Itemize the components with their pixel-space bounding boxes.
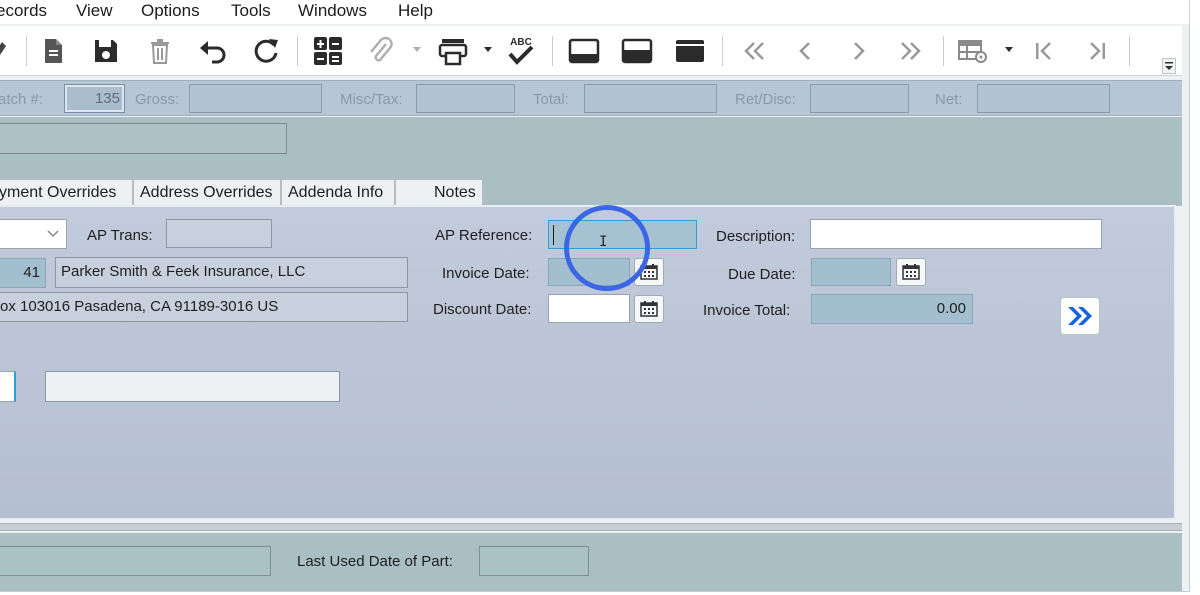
chevron-down-icon <box>47 230 59 238</box>
description-label: Description: <box>716 228 796 245</box>
calendar-icon <box>640 301 658 317</box>
gross-field <box>189 84 322 113</box>
gross-label: Gross: <box>135 91 180 108</box>
undo-icon[interactable] <box>196 34 230 68</box>
batch-totals-bar: atch #: 135 Gross: Misc/Tax: Total: Ret/… <box>0 80 1182 116</box>
last-page-icon[interactable] <box>1080 34 1114 68</box>
delete-icon[interactable] <box>143 34 177 68</box>
vendor-id-field[interactable]: 41 <box>0 258 46 288</box>
first-page-icon[interactable] <box>1027 34 1061 68</box>
net-label: Net: <box>935 91 963 108</box>
description-input[interactable] <box>810 219 1102 249</box>
misc-tax-label: Misc/Tax: <box>340 91 403 108</box>
double-chevron-right-icon <box>1068 307 1092 325</box>
due-date-input[interactable] <box>811 258 891 286</box>
menu-help[interactable]: Help <box>398 1 433 21</box>
type-select[interactable] <box>0 219 67 249</box>
due-date-calendar-button[interactable] <box>896 258 926 286</box>
toolbar: ABC <box>0 26 1182 76</box>
last-used-date-label: Last Used Date of Part: <box>297 553 453 570</box>
ret-disc-label: Ret/Disc: <box>735 91 796 108</box>
next-step-button[interactable] <box>1060 297 1100 335</box>
layout-bottom-icon[interactable] <box>567 34 601 68</box>
net-field <box>977 84 1110 113</box>
total-field <box>584 84 717 113</box>
invoice-total-label: Invoice Total: <box>703 302 791 319</box>
invoice-date-label: Invoice Date: <box>442 265 530 282</box>
text-cursor <box>553 225 554 245</box>
print-dropdown-icon[interactable] <box>483 44 493 54</box>
part-info-band: Last Used Date of Part: <box>0 533 1182 591</box>
ap-trans-field[interactable] <box>166 219 272 248</box>
print-icon[interactable] <box>436 34 470 68</box>
tab-addenda-info[interactable]: Addenda Info <box>281 179 395 206</box>
discount-date-input[interactable] <box>548 294 630 323</box>
vendor-address-field: ox 103016 Pasadena, CA 91189-3016 US <box>0 292 408 322</box>
discount-date-label: Discount Date: <box>433 301 532 318</box>
new-icon[interactable] <box>36 34 70 68</box>
part-field[interactable] <box>0 546 271 576</box>
last-record-icon[interactable] <box>894 34 928 68</box>
ap-trans-label: AP Trans: <box>87 227 153 244</box>
header-band <box>0 117 1182 179</box>
tab-payment-overrides[interactable]: yment Overrides <box>0 179 133 206</box>
attach-dropdown-icon[interactable] <box>412 44 422 54</box>
calculator-icon[interactable] <box>311 34 345 68</box>
menu-tools[interactable]: Tools <box>231 1 271 21</box>
invoice-total-field: 0.00 <box>811 294 973 324</box>
menu-view[interactable]: View <box>76 1 113 21</box>
misc-tax-field <box>416 84 515 113</box>
previous-record-icon[interactable] <box>789 34 823 68</box>
batch-label: atch #: <box>0 91 44 108</box>
toolbar-separator <box>722 36 723 66</box>
toolbar-overflow-button[interactable] <box>1162 58 1176 74</box>
chevron-down-icon <box>1165 62 1173 70</box>
application-window: ecords View Options Tools Windows Help A… <box>0 0 1190 592</box>
save-icon[interactable] <box>89 34 123 68</box>
vendor-name-field: Parker Smith & Feek Insurance, LLC <box>55 257 408 288</box>
refresh-icon[interactable] <box>249 34 283 68</box>
tab-strip: yment Overrides Address Overrides Addend… <box>0 179 1182 206</box>
ret-disc-field <box>810 84 909 113</box>
partial-tool-icon[interactable] <box>0 34 14 68</box>
calendar-icon <box>902 264 920 280</box>
menu-options[interactable]: Options <box>141 1 200 21</box>
attach-icon[interactable] <box>363 34 397 68</box>
discount-date-calendar-button[interactable] <box>634 295 664 323</box>
ap-reference-label: AP Reference: <box>435 227 533 244</box>
lookup-field[interactable] <box>0 371 16 402</box>
toolbar-separator <box>1129 36 1130 66</box>
total-label: Total: <box>533 91 569 108</box>
first-record-icon[interactable] <box>737 34 771 68</box>
spellcheck-icon[interactable]: ABC <box>504 34 538 68</box>
splitter[interactable] <box>0 523 1182 531</box>
menu-records[interactable]: ecords <box>0 1 47 21</box>
layout-split-icon[interactable] <box>620 34 654 68</box>
toolbar-separator <box>297 36 298 66</box>
layout-top-icon[interactable] <box>673 34 707 68</box>
lookup-description-field[interactable] <box>45 371 340 402</box>
svg-text:ABC: ABC <box>510 37 532 48</box>
menu-windows[interactable]: Windows <box>298 1 367 21</box>
menu-bar: ecords View Options Tools Windows Help <box>0 0 1189 24</box>
header-field[interactable] <box>0 123 287 154</box>
tab-address-overrides[interactable]: Address Overrides <box>133 179 281 206</box>
tab-notes[interactable]: Notes <box>395 179 483 206</box>
ibeam-cursor-icon: I <box>599 234 608 250</box>
toolbar-separator <box>552 36 553 66</box>
grid-settings-icon[interactable] <box>956 34 990 68</box>
batch-number-field: 135 <box>64 84 125 113</box>
due-date-label: Due Date: <box>728 266 796 283</box>
toolbar-separator <box>943 36 944 66</box>
grid-dropdown-icon[interactable] <box>1004 44 1014 54</box>
next-record-icon[interactable] <box>841 34 875 68</box>
last-used-date-field[interactable] <box>479 546 589 576</box>
toolbar-separator <box>26 36 27 66</box>
